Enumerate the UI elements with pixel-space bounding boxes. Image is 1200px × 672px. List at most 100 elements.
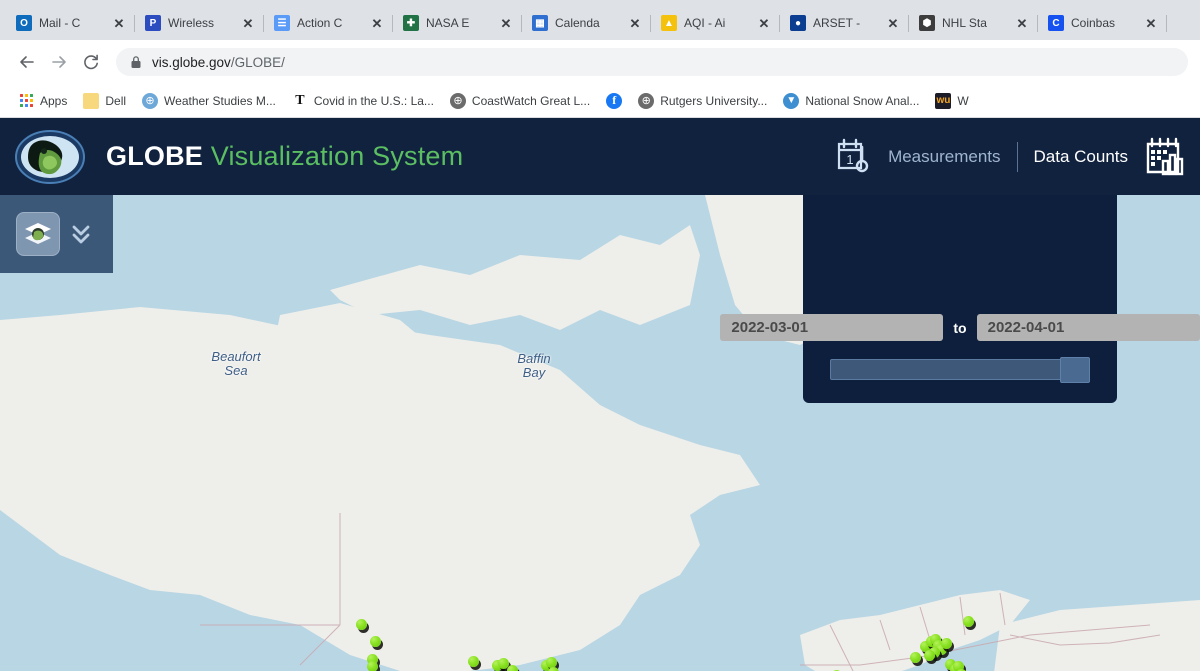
calendar-barchart-icon[interactable] <box>1140 133 1188 181</box>
google-drive-icon: ▲ <box>661 15 677 31</box>
close-icon[interactable]: ✕ <box>1014 15 1030 31</box>
folder-icon <box>83 93 99 109</box>
close-icon[interactable]: ✕ <box>111 15 127 31</box>
bookmark-label: National Snow Anal... <box>805 94 919 108</box>
browser-tab[interactable]: ⬢NHL Sta✕ <box>909 6 1038 40</box>
close-icon[interactable]: ✕ <box>498 15 514 31</box>
bookmark-item[interactable]: ⊕ CoastWatch Great L... <box>442 90 598 112</box>
calendar-icon: ▦ <box>532 15 548 31</box>
bookmark-label: CoastWatch Great L... <box>472 94 590 108</box>
back-button[interactable] <box>12 47 42 77</box>
data-count-marker[interactable] <box>941 638 952 649</box>
close-icon[interactable]: ✕ <box>369 15 385 31</box>
data-count-marker[interactable] <box>356 619 367 630</box>
header-divider <box>1017 142 1018 172</box>
app-header: GLOBE Visualization System 1 Measurement… <box>0 118 1200 195</box>
url-host: vis.globe.gov <box>152 55 231 70</box>
browser-tab[interactable]: ▲ AQI - Ai ✕ <box>651 6 780 40</box>
layers-globe-icon[interactable] <box>16 212 60 256</box>
bookmark-label: W <box>957 94 968 108</box>
data-count-marker[interactable] <box>367 661 378 671</box>
facebook-icon: f <box>606 93 622 109</box>
bookmark-label: Weather Studies M... <box>164 94 276 108</box>
bookmark-item[interactable]: wuW <box>927 90 976 112</box>
forward-button[interactable] <box>44 47 74 77</box>
browser-tab[interactable]: P Wireless ✕ <box>135 6 264 40</box>
data-count-marker[interactable] <box>468 656 479 667</box>
nasa-icon: ● <box>790 15 806 31</box>
end-date-input[interactable] <box>977 314 1200 341</box>
bookmark-item[interactable]: ▼ National Snow Anal... <box>775 90 927 112</box>
slider-track[interactable] <box>830 359 1090 380</box>
browser-tab[interactable]: ☰Action C✕ <box>264 6 393 40</box>
bookmark-label: Covid in the U.S.: La... <box>314 94 434 108</box>
data-count-marker[interactable] <box>924 650 935 661</box>
browser-chrome: OMail - C✕PWireless✕☰Action C✕✚NASA E✕▦C… <box>0 0 1200 118</box>
browser-tab[interactable]: O Mail - C ✕ <box>6 6 135 40</box>
bookmark-label: Rutgers University... <box>660 94 767 108</box>
data-count-marker[interactable] <box>963 616 974 627</box>
browser-tab[interactable]: CCoinbas✕ <box>1038 6 1167 40</box>
tab-title: NASA E <box>426 16 491 30</box>
tab-title: Mail - C <box>39 16 104 30</box>
bookmark-item[interactable]: T Covid in the U.S.: La... <box>284 90 442 112</box>
coinbase-icon: C <box>1048 15 1064 31</box>
bookmarks-bar: Apps Dell ⊕ Weather Studies M... T Covid in t… <box>0 84 1200 118</box>
start-date-input[interactable] <box>720 314 943 341</box>
globe-icon: ⊕ <box>638 93 654 109</box>
double-chevron-down-icon[interactable] <box>68 217 94 251</box>
map-label: Beaufort Sea <box>196 350 276 377</box>
slider-handle[interactable] <box>1060 357 1090 383</box>
layers-control-panel <box>0 195 113 273</box>
globe-icon: ⊕ <box>450 93 466 109</box>
tab-title: Wireless <box>168 16 233 30</box>
calendar-thermometer-icon[interactable]: 1 <box>828 133 876 181</box>
globe-photo-icon: ⊕ <box>142 93 158 109</box>
nytimes-icon: T <box>292 93 308 109</box>
bookmark-item[interactable]: Apps <box>10 90 75 112</box>
bookmark-label: Dell <box>105 94 126 108</box>
browser-tabstrip: OMail - C✕PWireless✕☰Action C✕✚NASA E✕▦C… <box>0 0 1200 40</box>
header-nav: 1 Measurements Data Counts <box>828 133 1200 181</box>
tab-title: AQI - Ai <box>684 16 749 30</box>
outlook-icon: O <box>16 15 32 31</box>
date-range-panel: to <box>803 195 1117 403</box>
bookmark-item[interactable]: f <box>598 90 630 112</box>
tab-title: Calenda <box>555 16 620 30</box>
tab-data-counts[interactable]: Data Counts <box>1022 147 1141 167</box>
data-count-marker[interactable] <box>370 636 381 647</box>
date-range-row: to <box>803 314 1117 341</box>
close-icon[interactable]: ✕ <box>756 15 772 31</box>
browser-tab[interactable]: ▦ Calenda ✕ <box>522 6 651 40</box>
bookmark-item[interactable]: ⊕ Rutgers University... <box>630 90 775 112</box>
date-range-separator: to <box>953 320 966 336</box>
date-range-slider[interactable] <box>830 357 1090 383</box>
bookmark-item[interactable]: Dell <box>75 90 134 112</box>
browser-toolbar: vis.globe.gov/GLOBE/ <box>0 40 1200 84</box>
address-bar[interactable]: vis.globe.gov/GLOBE/ <box>116 48 1188 76</box>
reload-button[interactable] <box>76 47 106 77</box>
excel-icon: ✚ <box>403 15 419 31</box>
close-icon[interactable]: ✕ <box>885 15 901 31</box>
browser-tab[interactable]: ●ARSET -✕ <box>780 6 909 40</box>
browser-tab[interactable]: ✚ NASA E ✕ <box>393 6 522 40</box>
tab-measurements[interactable]: Measurements <box>876 147 1012 167</box>
brand-name: GLOBE <box>106 141 203 171</box>
noaa-icon: ▼ <box>783 93 799 109</box>
document-icon: ☰ <box>274 15 290 31</box>
bookmark-item[interactable]: ⊕ Weather Studies M... <box>134 90 284 112</box>
svg-text:1: 1 <box>846 152 853 167</box>
page-title: GLOBE Visualization System <box>106 141 463 172</box>
pluralsight-icon: P <box>145 15 161 31</box>
url-path: /GLOBE/ <box>231 55 285 70</box>
data-count-marker[interactable] <box>910 652 921 663</box>
data-count-marker[interactable] <box>548 667 559 671</box>
close-icon[interactable]: ✕ <box>1143 15 1159 31</box>
close-icon[interactable]: ✕ <box>627 15 643 31</box>
close-icon[interactable]: ✕ <box>240 15 256 31</box>
url-text: vis.globe.gov/GLOBE/ <box>152 55 285 70</box>
globe-logo-icon[interactable] <box>14 129 86 185</box>
globe-visualization-app: Beaufort Sea Baffin Bay GLOBE Visualizati… <box>0 118 1200 671</box>
map-label: Baffin Bay <box>494 352 574 379</box>
brand-subtitle: Visualization System <box>211 141 464 171</box>
